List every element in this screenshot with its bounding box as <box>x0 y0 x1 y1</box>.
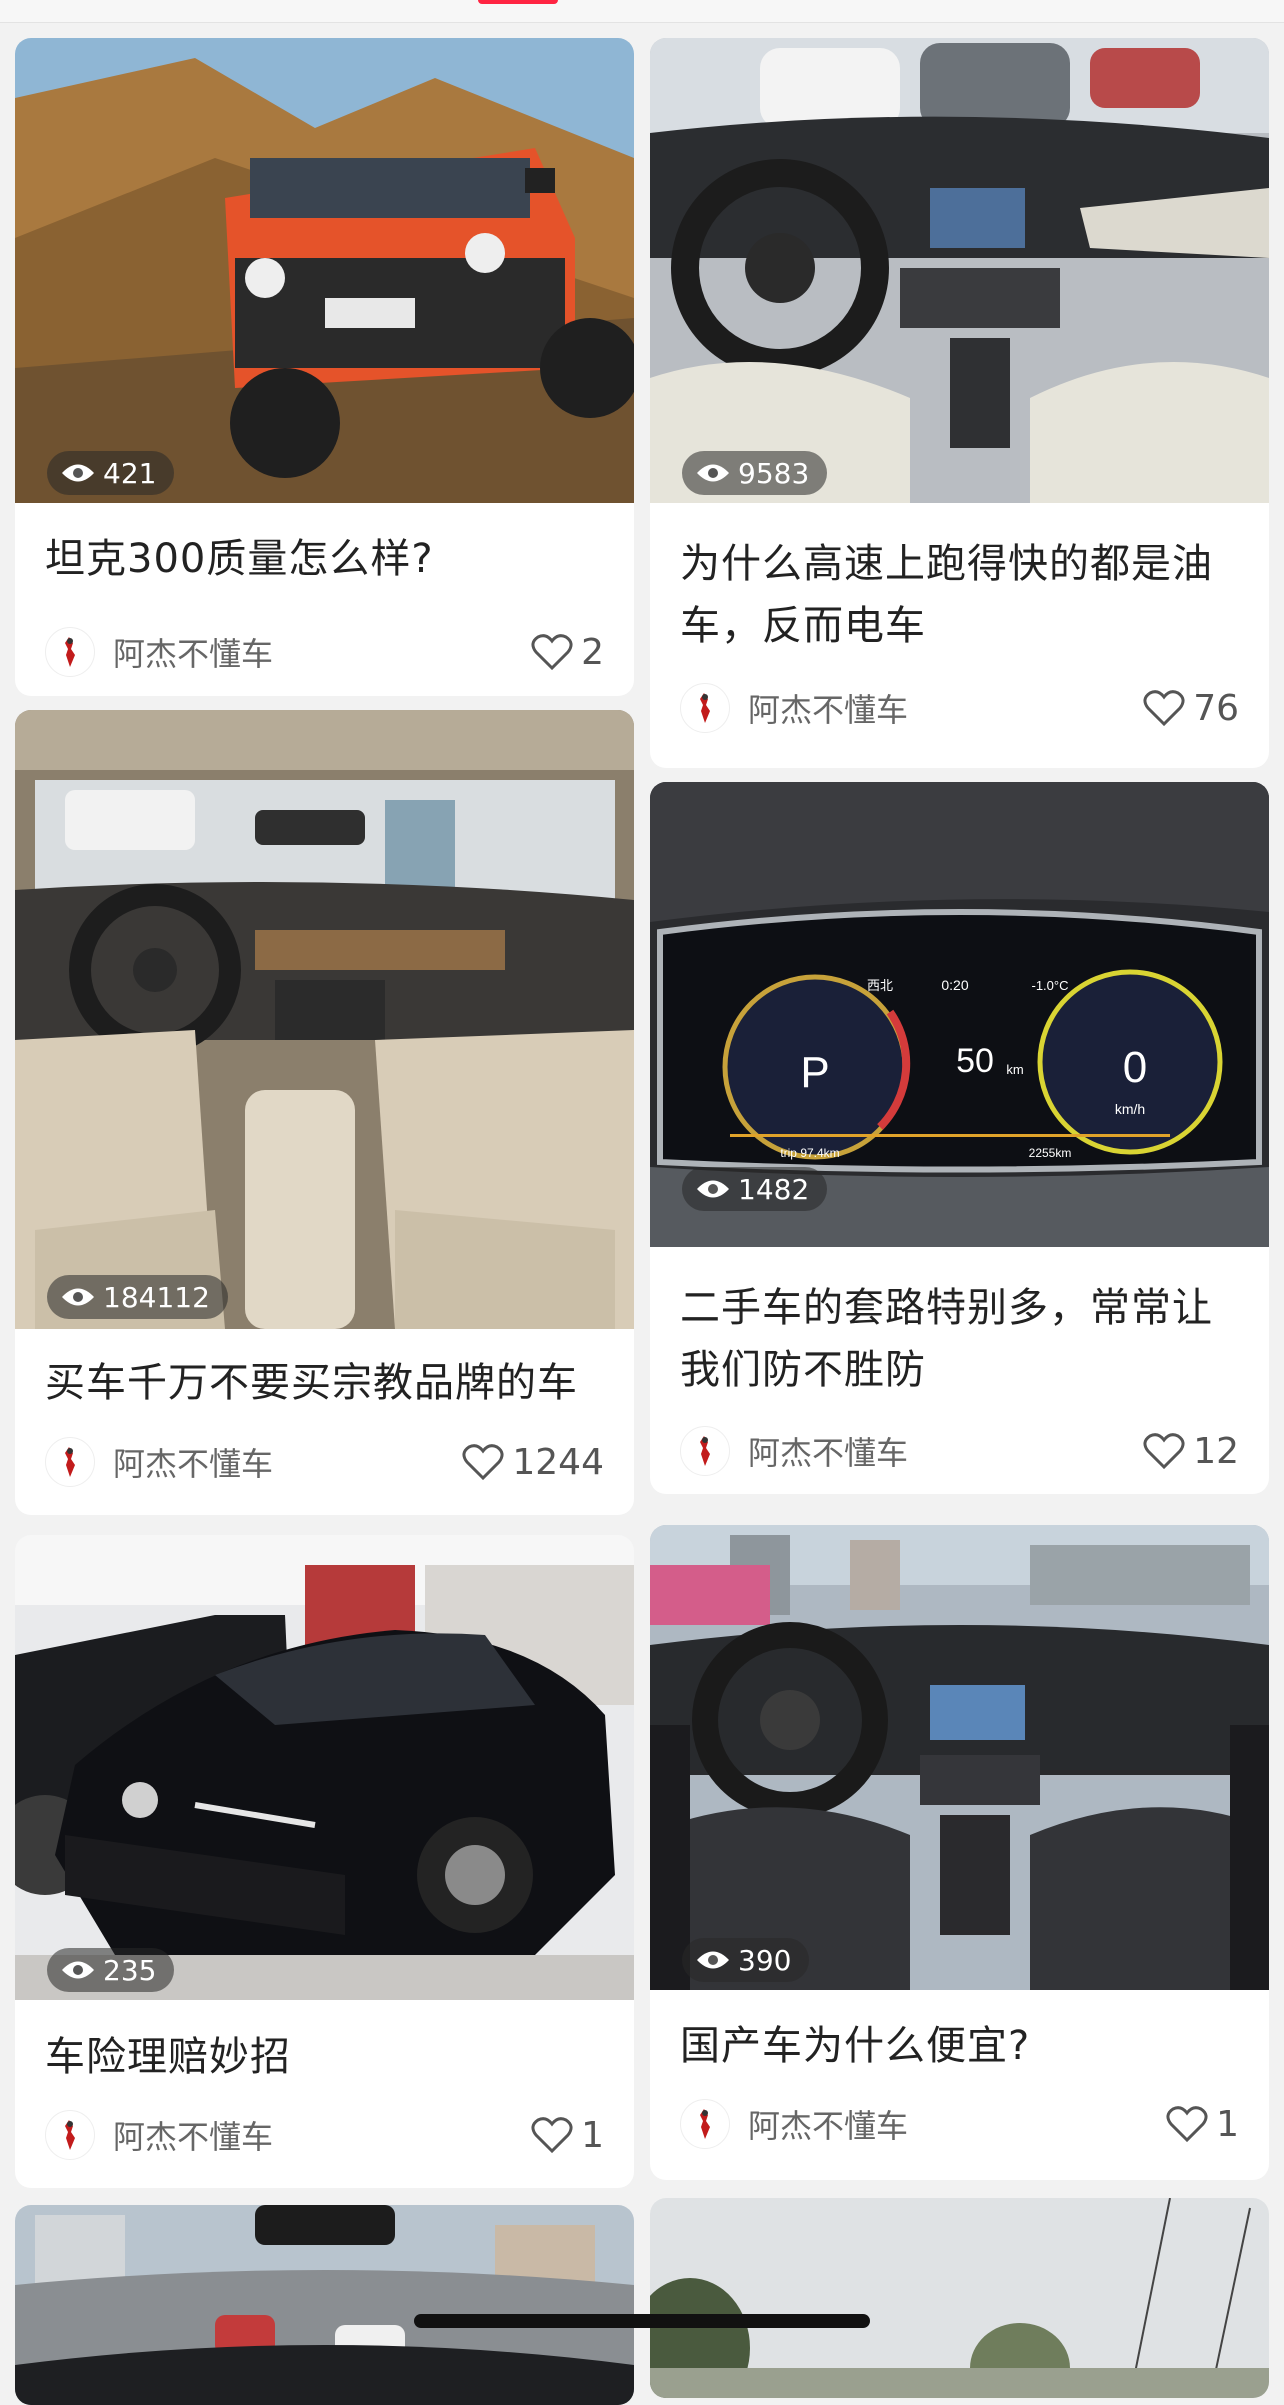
like-count: 1 <box>1216 2103 1239 2145</box>
cluster-odometer: 2255km <box>1029 1146 1072 1160</box>
like-button[interactable]: 1 <box>531 2115 604 2156</box>
post-title[interactable]: 二手车的套路特别多，常常让我们防不胜防 <box>680 1277 1241 1401</box>
post-title[interactable]: 买车千万不要买宗教品牌的车 <box>45 1352 606 1414</box>
author-avatar-icon <box>65 637 75 667</box>
post-thumbnail[interactable] <box>15 2205 634 2405</box>
post-card[interactable] <box>15 2205 634 2405</box>
cluster-heading: 西北 <box>867 979 893 994</box>
view-count: 421 <box>103 456 157 490</box>
post-card[interactable]: 390 国产车为什么便宜? 阿杰不懂车 1 <box>650 1525 1269 2180</box>
like-button[interactable]: 1 <box>1166 2104 1239 2145</box>
cluster-speed-unit: km/h <box>1115 1101 1145 1117</box>
post-thumbnail[interactable] <box>15 1535 634 2000</box>
post-meta: 阿杰不懂车 1244 <box>45 1434 604 1490</box>
cluster-range-unit: km <box>1006 1062 1023 1077</box>
cluster-temperature: -1.0°C <box>1032 978 1069 993</box>
heart-icon <box>462 1444 504 1481</box>
avatar[interactable] <box>680 683 730 733</box>
view-count: 184112 <box>103 1280 210 1314</box>
avatar[interactable] <box>680 1426 730 1476</box>
post-card[interactable]: 9583 为什么高速上跑得快的都是油车，反而电车 阿杰不懂车 76 <box>650 38 1269 768</box>
author-name[interactable]: 阿杰不懂车 <box>113 1439 462 1485</box>
heart-icon <box>531 634 573 671</box>
post-card[interactable]: 421 坦克300质量怎么样? 阿杰不懂车 2 <box>15 38 634 696</box>
like-count: 1244 <box>512 1441 604 1483</box>
top-tab-bar <box>0 0 1284 23</box>
heart-icon <box>1143 690 1185 727</box>
cluster-trip: trip 97.4km <box>780 1146 839 1160</box>
like-count: 76 <box>1193 687 1239 729</box>
author-avatar-icon <box>700 693 710 723</box>
post-card[interactable]: 235 车险理赔妙招 阿杰不懂车 1 <box>15 1535 634 2188</box>
avatar[interactable] <box>45 1437 95 1487</box>
post-meta: 阿杰不懂车 76 <box>680 680 1239 736</box>
view-count: 235 <box>103 1953 157 1987</box>
view-count-badge: 184112 <box>47 1275 228 1319</box>
eye-icon <box>62 1961 94 1979</box>
home-indicator[interactable] <box>414 2314 870 2328</box>
avatar[interactable] <box>45 627 95 677</box>
view-count: 1482 <box>738 1172 810 1206</box>
active-tab-indicator <box>478 0 558 4</box>
eye-icon <box>697 1951 729 1969</box>
post-title[interactable]: 车险理赔妙招 <box>45 2026 606 2088</box>
view-count: 390 <box>738 1943 792 1977</box>
post-meta: 阿杰不懂车 2 <box>45 624 604 680</box>
post-meta: 阿杰不懂车 1 <box>45 2107 604 2163</box>
cluster-gear: P <box>800 1048 829 1097</box>
like-button[interactable]: 76 <box>1143 688 1239 729</box>
post-card[interactable] <box>650 2198 1269 2398</box>
cluster-range: 50 <box>956 1042 994 1080</box>
author-name[interactable]: 阿杰不懂车 <box>113 2112 531 2158</box>
view-count: 9583 <box>738 456 810 490</box>
post-meta: 阿杰不懂车 12 <box>680 1423 1239 1479</box>
view-count-badge: 390 <box>682 1938 810 1982</box>
view-count-badge: 9583 <box>682 451 828 495</box>
post-thumbnail[interactable] <box>15 710 634 1329</box>
eye-icon <box>62 1288 94 1306</box>
post-title[interactable]: 国产车为什么便宜? <box>680 2015 1241 2077</box>
view-count-badge: 1482 <box>682 1167 828 1211</box>
eye-icon <box>697 1180 729 1198</box>
like-button[interactable]: 1244 <box>462 1442 604 1483</box>
post-thumbnail[interactable] <box>650 38 1269 503</box>
post-thumbnail[interactable] <box>15 38 634 503</box>
author-name[interactable]: 阿杰不懂车 <box>748 685 1143 731</box>
cluster-speed: 0 <box>1123 1043 1147 1092</box>
like-count: 12 <box>1193 1430 1239 1472</box>
author-name[interactable]: 阿杰不懂车 <box>748 2101 1166 2147</box>
post-card[interactable]: 184112 买车千万不要买宗教品牌的车 阿杰不懂车 1244 <box>15 710 634 1515</box>
author-avatar-icon <box>65 2120 75 2150</box>
like-button[interactable]: 2 <box>531 632 604 673</box>
author-name[interactable]: 阿杰不懂车 <box>748 1428 1143 1474</box>
author-name[interactable]: 阿杰不懂车 <box>113 629 531 675</box>
view-count-badge: 421 <box>47 451 175 495</box>
author-avatar-icon <box>700 2109 710 2139</box>
post-thumbnail[interactable] <box>650 1525 1269 1990</box>
post-meta: 阿杰不懂车 1 <box>680 2096 1239 2152</box>
like-button[interactable]: 12 <box>1143 1431 1239 1472</box>
avatar[interactable] <box>680 2099 730 2149</box>
cluster-time: 0:20 <box>941 977 968 993</box>
post-title[interactable]: 坦克300质量怎么样? <box>45 528 606 590</box>
post-card[interactable]: P 0 km/h 50 km 0:20 西北 -1.0°C trip 97.4k… <box>650 782 1269 1494</box>
like-count: 1 <box>581 2114 604 2156</box>
eye-icon <box>697 464 729 482</box>
heart-icon <box>1143 1433 1185 1470</box>
heart-icon <box>531 2117 573 2154</box>
view-count-badge: 235 <box>47 1948 175 1992</box>
author-avatar-icon <box>700 1436 710 1466</box>
author-avatar-icon <box>65 1447 75 1477</box>
eye-icon <box>62 464 94 482</box>
heart-icon <box>1166 2106 1208 2143</box>
like-count: 2 <box>581 631 604 673</box>
post-title[interactable]: 为什么高速上跑得快的都是油车，反而电车 <box>680 533 1241 657</box>
post-thumbnail[interactable] <box>650 2198 1269 2398</box>
avatar[interactable] <box>45 2110 95 2160</box>
